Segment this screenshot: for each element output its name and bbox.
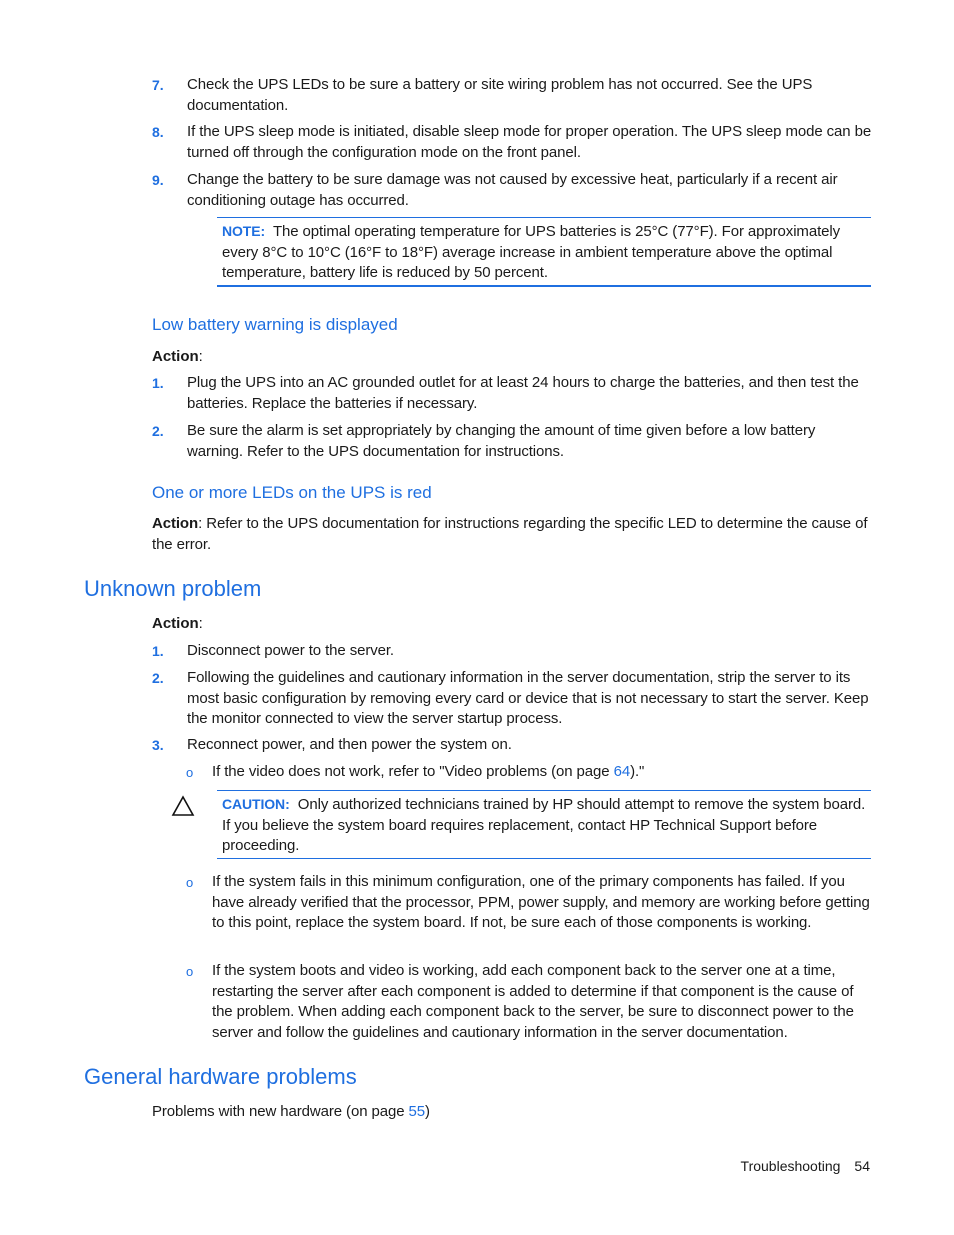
note-top-rule: [217, 217, 871, 218]
step-number: 2.: [152, 423, 164, 439]
item-text: Problems with new hardware (on page: [152, 1103, 409, 1120]
action-text: : Refer to the UPS documentation for ins…: [152, 515, 868, 553]
action-label: Action:: [152, 348, 203, 365]
leds-red-action: Action: Refer to the UPS documentation f…: [152, 514, 872, 555]
step-text: Be sure the alarm is set appropriately b…: [187, 422, 816, 460]
action-label-text: Action: [152, 615, 199, 632]
step-text: If the UPS sleep mode is initiated, disa…: [187, 123, 872, 161]
general-hardware-heading: General hardware problems: [84, 1064, 357, 1089]
note-label: NOTE:: [222, 223, 266, 239]
action-label: Action:: [152, 615, 203, 632]
leds-red-heading: One or more LEDs on the UPS is red: [152, 483, 432, 502]
note-text: The optimal operating temperature for UP…: [222, 223, 841, 281]
action-colon: :: [198, 615, 203, 632]
warning-triangle-icon: [171, 795, 195, 816]
sub-text: If the video does not work, refer to "Vi…: [212, 763, 614, 780]
step-text: Change the battery to be sure damage was…: [187, 171, 838, 209]
step-number: 7.: [152, 77, 164, 93]
general-hardware-item: Problems with new hardware (on page 55): [152, 1102, 837, 1123]
action-colon: :: [198, 348, 203, 365]
note-body: NOTE: The optimal operating temperature …: [222, 221, 870, 284]
unknown-problem-heading: Unknown problem: [84, 576, 262, 601]
step-text: Reconnect power, and then power the syst…: [187, 736, 512, 753]
footer-page-number: 54: [854, 1158, 870, 1174]
step-number: 8.: [152, 124, 164, 140]
caution-text: Only authorized technicians trained by H…: [222, 796, 866, 854]
caution-body: CAUTION: Only authorized technicians tra…: [222, 794, 870, 857]
step-number: 1.: [152, 375, 164, 391]
caution-top-rule: [217, 790, 871, 791]
step-number: 3.: [152, 737, 164, 753]
step-text: Following the guidelines and cautionary …: [187, 669, 869, 727]
sub-text: ).": [630, 763, 645, 780]
video-sub-item: If the video does not work, refer to "Vi…: [212, 762, 872, 783]
note-bottom-rule: [217, 285, 871, 287]
sub-item: If the system fails in this minimum conf…: [212, 873, 870, 931]
sub-item: If the system boots and video is working…: [212, 962, 854, 1041]
step-number: 1.: [152, 643, 164, 659]
step-text: Disconnect power to the server.: [187, 642, 395, 659]
page-footer: Troubleshooting 54: [741, 1158, 870, 1174]
footer-section: Troubleshooting: [740, 1158, 841, 1174]
step-text: Plug the UPS into an AC grounded outlet …: [187, 374, 859, 412]
step-number: 9.: [152, 172, 164, 188]
low-battery-heading: Low battery warning is displayed: [152, 315, 398, 334]
caution-label: CAUTION:: [222, 796, 290, 812]
sub-bullet-icon: o: [186, 964, 194, 979]
sub-bullet-icon: o: [186, 765, 194, 780]
step-number: 2.: [152, 670, 164, 686]
item-text: ): [425, 1103, 430, 1120]
action-label-text: Action: [152, 348, 199, 365]
sub-bullet-icon: o: [186, 875, 194, 890]
caution-bottom-rule: [217, 858, 871, 859]
page-64-link[interactable]: 64: [614, 763, 631, 780]
action-label-text: Action: [152, 515, 199, 532]
page-55-link[interactable]: 55: [409, 1103, 426, 1120]
step-text: Check the UPS LEDs to be sure a battery …: [187, 76, 813, 114]
